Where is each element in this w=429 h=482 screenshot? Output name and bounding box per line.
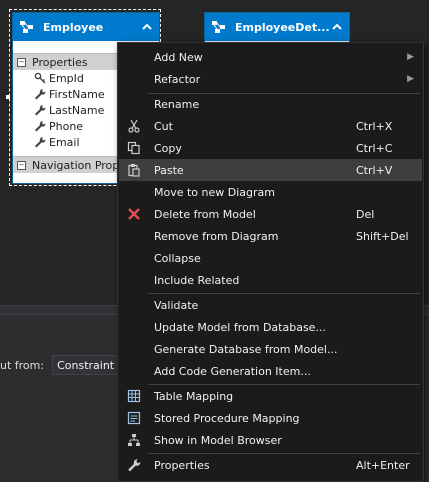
menu-item-label: Include Related [154,273,240,287]
entity-icon [211,20,227,34]
menu-item-table-mapping[interactable]: Table Mapping [119,385,422,407]
menu-item-shortcut: Ctrl+V [356,163,393,177]
menu-item-label: Rename [154,97,200,111]
menu-item-shortcut: Shift+Del [356,229,409,243]
property-name: FirstName [49,87,105,101]
collapse-box-icon[interactable]: − [17,160,26,170]
menu-item-label: Refactor [154,72,201,86]
wrench-icon [33,88,47,100]
menu-item-label: Move to new Diagram [154,185,275,199]
menu-item-properties[interactable]: Properties Alt+Enter [119,454,422,476]
menu-item-remove-from-diagram[interactable]: Remove from Diagram Shift+Del [119,225,422,247]
menu-item-add-code-generation[interactable]: Add Code Generation Item... [119,360,422,382]
menu-item-label: Generate Database from Model... [154,342,338,356]
paste-icon [119,163,149,177]
menu-item-refactor[interactable]: Refactor ▶ [119,68,422,90]
menu-item-shortcut: Ctrl+C [356,141,393,155]
red-x-icon [119,207,149,221]
resize-handle[interactable] [6,95,10,99]
menu-item-label: Cut [154,119,173,133]
menu-item-label: Update Model from Database... [154,320,326,334]
menu-item-stored-procedure-mapping[interactable]: Stored Procedure Mapping [119,407,422,429]
entity-name: Employee [43,20,104,34]
grid-icon [119,389,149,403]
tree-icon [119,433,149,447]
menu-item-move-to-new-diagram[interactable]: Move to new Diagram [119,181,422,203]
submenu-arrow-icon: ▶ [407,74,414,84]
menu-item-label: Table Mapping [154,389,234,403]
collapse-chevron-icon[interactable] [331,21,343,34]
menu-item-label: Stored Procedure Mapping [154,411,300,425]
menu-item-delete-from-model[interactable]: Delete from Model Del [119,203,422,225]
entity-name: EmployeeDet... [235,20,330,34]
menu-item-label: Properties [154,458,210,472]
menu-item-add-new[interactable]: Add New ▶ [119,46,422,68]
entity-icon [19,20,35,34]
menu-item-paste[interactable]: Paste Ctrl+V [119,159,422,181]
menu-item-rename[interactable]: Rename [119,93,422,115]
collapse-box-icon[interactable]: − [17,57,26,67]
properties-section-label: Properties [32,55,88,69]
menu-item-label: Validate [154,298,199,312]
wrench-icon [33,136,47,148]
menu-item-shortcut: Del [356,207,375,221]
menu-item-label: Paste [154,163,184,177]
menu-item-show-in-model-browser[interactable]: Show in Model Browser [119,429,422,451]
collapse-chevron-icon[interactable] [141,21,153,34]
copy-icon [119,141,149,155]
submenu-arrow-icon: ▶ [407,52,414,62]
wrench-icon [33,120,47,132]
menu-item-update-model[interactable]: Update Model from Database... [119,316,422,338]
menu-item-shortcut: Ctrl+X [356,119,393,133]
wrench-icon [119,458,149,472]
property-name: LastName [49,103,105,117]
menu-item-label: Delete from Model [154,207,256,221]
property-name: Email [49,135,80,149]
menu-item-validate[interactable]: Validate [119,294,422,316]
key-icon [33,72,47,84]
property-name: Phone [49,119,84,133]
entity-header[interactable]: EmployeeDet... [205,13,349,41]
menu-item-include-related[interactable]: Include Related [119,269,422,291]
menu-item-collapse[interactable]: Collapse [119,247,422,269]
filter-label: ut from: [0,358,45,372]
property-name: EmpId [49,71,84,85]
menu-item-label: Show in Model Browser [154,433,282,447]
entity-header[interactable]: Employee [13,13,159,41]
menu-item-copy[interactable]: Copy Ctrl+C [119,137,422,159]
menu-item-label: Collapse [154,251,201,265]
menu-item-label: Copy [154,141,182,155]
menu-item-label: Remove from Diagram [154,229,279,243]
menu-item-shortcut: Alt+Enter [356,458,410,472]
list-icon [119,411,149,425]
context-menu: Add New ▶ Refactor ▶ Rename Cut Ctrl+X C… [117,42,424,482]
scissors-icon [119,119,149,133]
menu-item-label: Add New [154,50,203,64]
wrench-icon [33,104,47,116]
menu-item-label: Add Code Generation Item... [154,364,311,378]
menu-item-generate-database[interactable]: Generate Database from Model... [119,338,422,360]
menu-item-cut[interactable]: Cut Ctrl+X [119,115,422,137]
